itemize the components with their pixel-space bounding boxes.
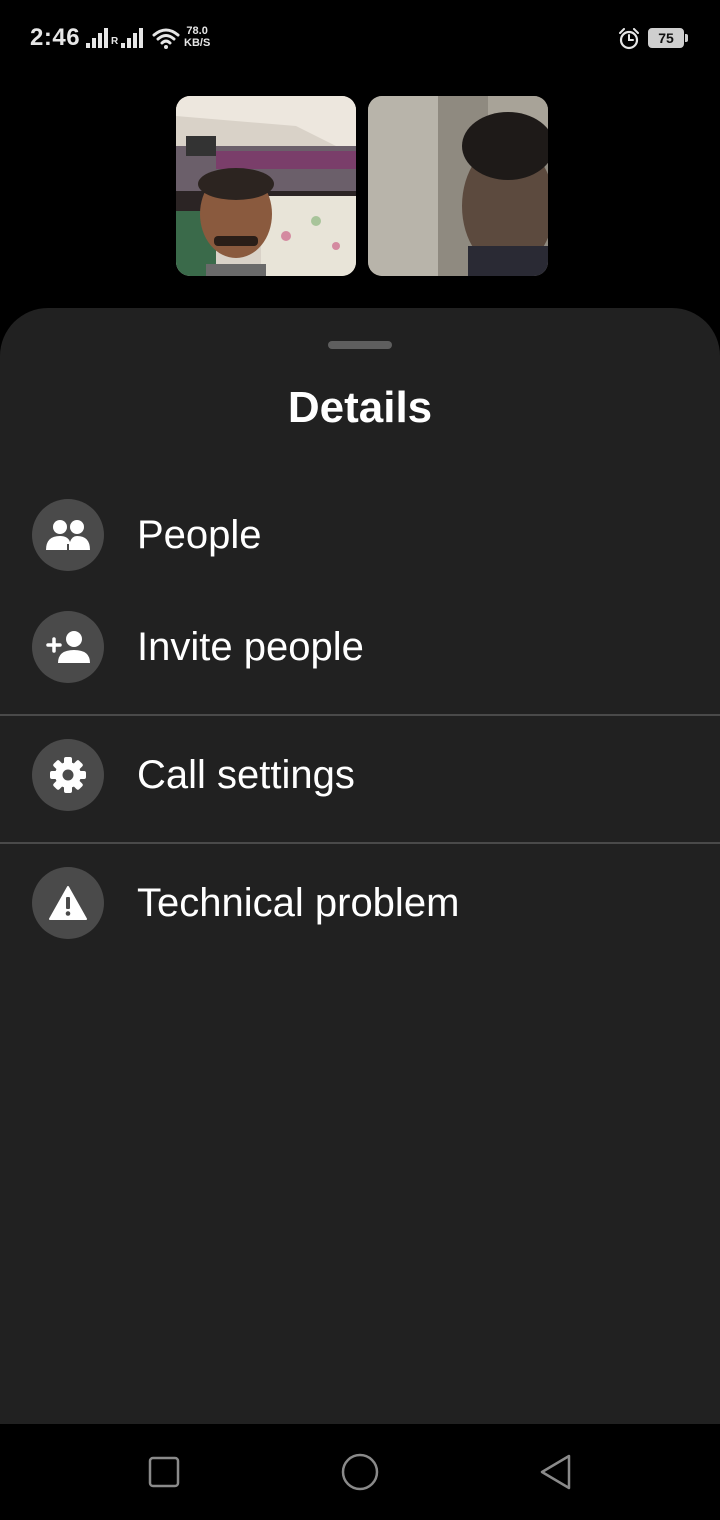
people-icon [32,499,104,571]
participant-video-image [368,96,548,276]
wifi-icon [152,28,180,49]
network-speed: 78.0 KB/S [184,25,210,49]
menu-item-invite-people[interactable]: Invite people [0,592,720,702]
status-bar: 2:46 R 78.0 KB/S 75 [0,0,720,76]
signal-icon [121,28,143,48]
menu-item-label: Call settings [137,753,355,797]
status-time: 2:46 [30,24,81,51]
roaming-label: R [111,36,119,47]
drag-handle[interactable] [328,341,392,349]
menu-item-label: Technical problem [137,881,460,925]
recents-button[interactable] [144,1452,184,1492]
alarm-icon [619,28,639,50]
menu-item-technical-problem[interactable]: Technical problem [0,848,720,958]
battery-level: 75 [658,30,674,46]
gear-icon [32,739,104,811]
menu-item-call-settings[interactable]: Call settings [0,720,720,830]
back-button[interactable] [536,1452,576,1492]
add-person-icon [32,611,104,683]
sheet-title: Details [287,383,433,432]
network-speed-value: 78.0 [186,25,208,37]
network-speed-unit: KB/S [184,37,211,49]
nav-bar [0,1424,720,1520]
home-button[interactable] [340,1452,380,1492]
divider [0,714,720,716]
menu-item-people[interactable]: People [0,480,720,590]
menu-item-label: People [137,513,262,557]
menu-item-label: Invite people [137,625,364,669]
participant-video-image [176,96,356,276]
battery-tip [685,34,688,42]
signal-icon [86,28,108,48]
participant-video-1[interactable] [176,96,356,276]
battery-icon: 75 [648,28,684,48]
participant-video-2[interactable] [368,96,548,276]
details-sheet: Details People Invite people Call settin… [0,308,720,1424]
warning-icon [32,867,104,939]
divider [0,842,720,844]
